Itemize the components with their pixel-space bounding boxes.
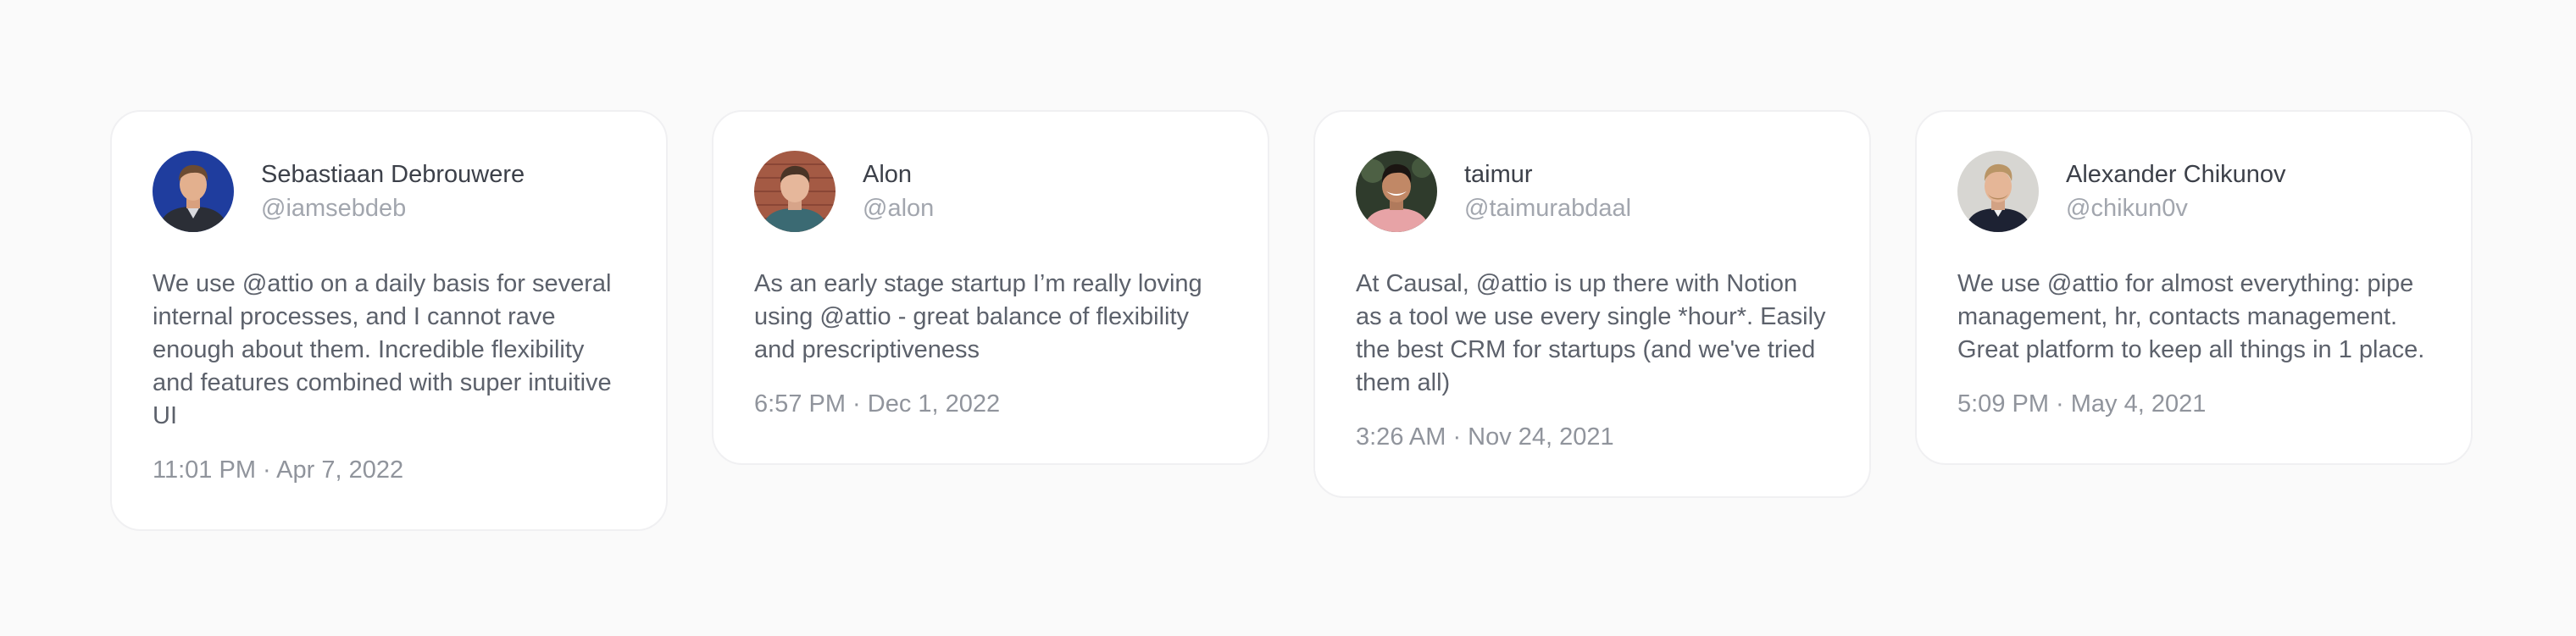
avatar[interactable]: [153, 151, 234, 232]
author-handle[interactable]: @chikun0v: [2066, 191, 2286, 225]
avatar[interactable]: [1356, 151, 1437, 232]
testimonial-card: Alon @alon As an early stage startup I’m…: [712, 110, 1269, 465]
testimonial-card: Sebastiaan Debrouwere @iamsebdeb We use …: [110, 110, 668, 531]
author-name[interactable]: taimur: [1464, 158, 1631, 191]
testimonial-text: We use @attio on a daily basis for sever…: [153, 270, 612, 429]
timestamp[interactable]: 6:57 PM · Dec 1, 2022: [754, 387, 1227, 421]
testimonial-text: We use @attio for almost everything: pip…: [1957, 270, 2425, 363]
testimonial-card: taimur @taimurabdaal At Causal, @attio i…: [1313, 110, 1871, 498]
author-handle[interactable]: @taimurabdaal: [1464, 191, 1631, 225]
testimonial-text: As an early stage startup I’m really lov…: [754, 270, 1202, 363]
timestamp[interactable]: 3:26 AM · Nov 24, 2021: [1356, 420, 1829, 454]
testimonial-card: Alexander Chikunov @chikun0v We use @att…: [1915, 110, 2473, 465]
author-handle[interactable]: @iamsebdeb: [261, 191, 525, 225]
testimonial-text: At Causal, @attio is up there with Notio…: [1356, 270, 1826, 396]
author-name[interactable]: Alon: [863, 158, 934, 191]
avatar[interactable]: [1957, 151, 2039, 232]
testimonial-list: Sebastiaan Debrouwere @iamsebdeb We use …: [110, 110, 2473, 531]
timestamp[interactable]: 11:01 PM · Apr 7, 2022: [153, 453, 625, 487]
author-name[interactable]: Sebastiaan Debrouwere: [261, 158, 525, 191]
testimonial-header: taimur @taimurabdaal: [1356, 151, 1829, 232]
testimonial-header: Alon @alon: [754, 151, 1227, 232]
author-handle[interactable]: @alon: [863, 191, 934, 225]
author-name[interactable]: Alexander Chikunov: [2066, 158, 2286, 191]
timestamp[interactable]: 5:09 PM · May 4, 2021: [1957, 387, 2430, 421]
testimonial-header: Sebastiaan Debrouwere @iamsebdeb: [153, 151, 625, 232]
avatar[interactable]: [754, 151, 836, 232]
testimonial-header: Alexander Chikunov @chikun0v: [1957, 151, 2430, 232]
